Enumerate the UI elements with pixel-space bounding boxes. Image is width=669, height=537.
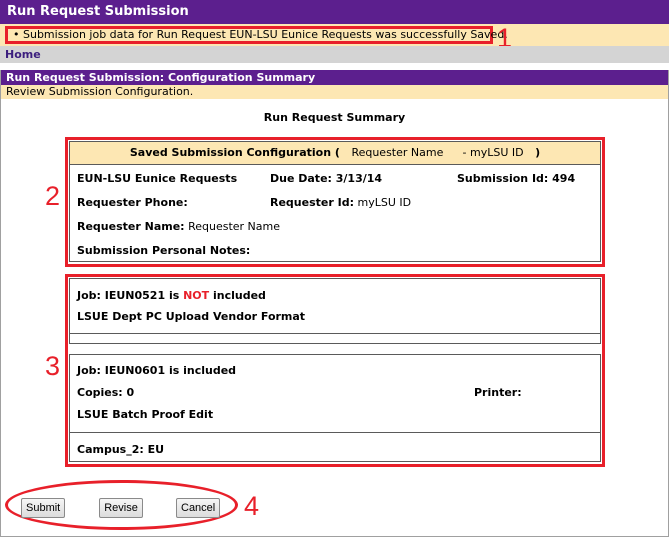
due-date: Due Date: 3/13/14: [270, 172, 383, 185]
config-heading-prefix: Saved Submission Configuration (: [129, 146, 340, 159]
config-heading-suffix: ): [535, 146, 541, 159]
requester-id-value: myLSU ID: [357, 196, 412, 209]
requester-name: Requester Name: Requester Name: [77, 220, 280, 233]
job-ieun0601-title: Job: IEUN0601 is included: [77, 364, 237, 377]
job-ieun0521-section: Job: IEUN0521 is NOT included LSUE Dept …: [69, 278, 601, 344]
message-bar: • Submission job data for Run Request EU…: [0, 24, 669, 46]
config-heading-requester-name: Requester Name: [351, 146, 444, 159]
requester-id: Requester Id: myLSU ID: [270, 196, 411, 209]
job-ieun0521-title: Job: IEUN0521 is NOT included: [77, 289, 266, 302]
requester-phone-label: Requester Phone:: [77, 196, 188, 209]
requester-name-label: Requester Name:: [77, 220, 185, 233]
page-title: Run Request Submission: [0, 0, 669, 24]
job-ieun0601-section: Job: IEUN0601 is included Copies: 0 Prin…: [69, 354, 601, 462]
submission-id: Submission Id: 494: [457, 172, 576, 185]
success-message: • Submission job data for Run Request EU…: [5, 26, 508, 44]
config-heading-requester-id: - myLSU ID: [462, 146, 524, 159]
job-ieun0601-description: LSUE Batch Proof Edit: [77, 408, 214, 421]
job-ieun0521-description: LSUE Dept PC Upload Vendor Format: [77, 310, 306, 323]
annotation-4: 4: [244, 491, 260, 521]
revise-button[interactable]: Revise: [99, 498, 143, 518]
cancel-button[interactable]: Cancel: [176, 498, 220, 518]
summary-title: Run Request Summary: [263, 111, 406, 124]
breadcrumb: Home: [0, 46, 669, 63]
requester-name-value: Requester Name: [188, 220, 280, 233]
panel-title: Run Request Submission: Configuration Su…: [1, 70, 668, 85]
divider: [70, 432, 600, 433]
personal-notes-label: Submission Personal Notes:: [77, 244, 251, 257]
submit-button[interactable]: Submit: [21, 498, 65, 518]
printer-label: Printer:: [474, 386, 522, 399]
configuration-heading: Saved Submission Configuration ( Request…: [70, 142, 600, 165]
job-1-prefix: Job: IEUN0521 is: [77, 289, 184, 302]
copies: Copies: 0: [77, 386, 135, 399]
job-1-suffix: included: [209, 289, 266, 302]
panel-subtitle: Review Submission Configuration.: [1, 85, 668, 99]
requester-id-label: Requester Id:: [270, 196, 354, 209]
campus: Campus_2: EU: [77, 443, 165, 456]
annotation-3: 3: [45, 351, 61, 381]
home-link[interactable]: Home: [5, 48, 41, 61]
divider: [70, 333, 600, 334]
request-name: EUN-LSU Eunice Requests: [77, 172, 238, 185]
configuration-section: Saved Submission Configuration ( Request…: [69, 141, 601, 262]
annotation-2: 2: [45, 181, 61, 211]
not-flag: NOT: [183, 289, 210, 302]
